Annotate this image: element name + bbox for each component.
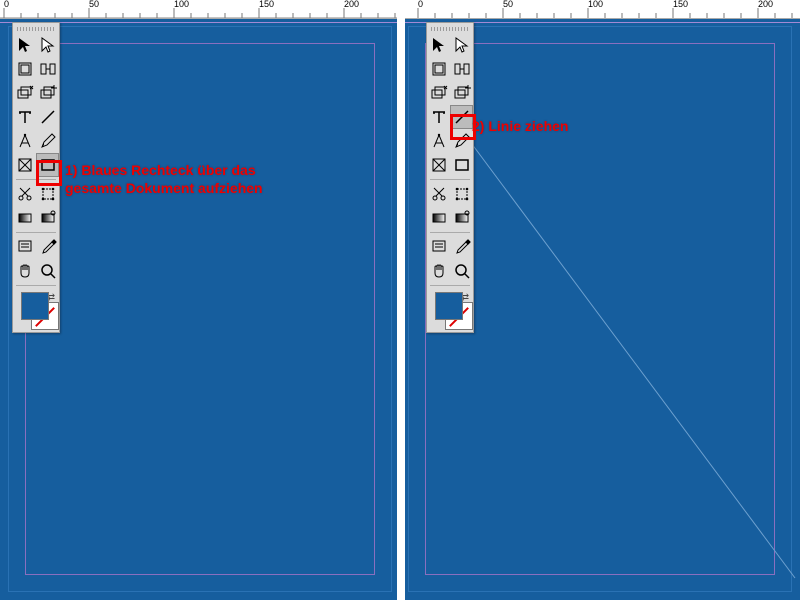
tool-content-placer[interactable] — [450, 81, 473, 105]
tool-hand[interactable] — [427, 259, 450, 283]
tool-direct-selection[interactable] — [36, 33, 59, 57]
tool-selection[interactable] — [427, 33, 450, 57]
tool-palette[interactable]: ⇄ — [426, 22, 474, 333]
tool-gradient-swatch[interactable] — [427, 206, 450, 230]
tool-pencil[interactable] — [450, 129, 473, 153]
palette-separator — [430, 232, 470, 233]
panel-divider — [397, 0, 405, 600]
tool-gradient-feather[interactable] — [450, 206, 473, 230]
tool-page[interactable] — [427, 57, 450, 81]
palette-separator — [430, 285, 470, 286]
tool-gap[interactable] — [450, 57, 473, 81]
tool-eyedropper[interactable] — [450, 235, 473, 259]
tool-pen[interactable] — [427, 129, 450, 153]
tool-line[interactable] — [36, 105, 59, 129]
tool-selection[interactable] — [13, 33, 36, 57]
palette-gripper[interactable] — [17, 27, 55, 31]
palette-gripper[interactable] — [431, 27, 469, 31]
document-canvas[interactable] — [0, 18, 400, 600]
color-swatches[interactable]: ⇄ — [13, 288, 59, 332]
tool-type[interactable] — [13, 105, 36, 129]
tool-rectangle[interactable] — [450, 153, 473, 177]
tool-gap[interactable] — [36, 57, 59, 81]
tool-page[interactable] — [13, 57, 36, 81]
tool-scissors[interactable] — [427, 182, 450, 206]
color-swatches[interactable]: ⇄ — [427, 288, 473, 332]
tool-note[interactable] — [427, 235, 450, 259]
annotation-text-left: 1) Blaues Rechteck über das gesamte Doku… — [65, 162, 295, 197]
tool-content-placer[interactable] — [36, 81, 59, 105]
tool-frame-rect[interactable] — [427, 153, 450, 177]
tool-gradient-feather[interactable] — [36, 206, 59, 230]
annotation-text-right: 2) Linie ziehen — [472, 118, 568, 136]
tool-eyedropper[interactable] — [36, 235, 59, 259]
tool-pen[interactable] — [13, 129, 36, 153]
tool-content-collector[interactable] — [13, 81, 36, 105]
tool-note[interactable] — [13, 235, 36, 259]
tool-hand[interactable] — [13, 259, 36, 283]
ruler-labels: 0 50 100 150 200 0 50 100 150 200 — [0, 0, 800, 18]
palette-separator — [430, 179, 470, 180]
fill-swatch[interactable] — [21, 292, 49, 320]
tool-zoom[interactable] — [36, 259, 59, 283]
tool-pencil[interactable] — [36, 129, 59, 153]
tool-line[interactable] — [450, 105, 473, 129]
horizontal-guide[interactable] — [0, 22, 400, 23]
palette-separator — [16, 285, 56, 286]
panel-left: 1) Blaues Rechteck über das gesamte Doku… — [0, 0, 400, 600]
tool-type[interactable] — [427, 105, 450, 129]
palette-separator — [16, 179, 56, 180]
tool-direct-selection[interactable] — [450, 33, 473, 57]
tool-content-collector[interactable] — [427, 81, 450, 105]
tool-frame-rect[interactable] — [13, 153, 36, 177]
tool-palette[interactable]: ⇄ — [12, 22, 60, 333]
tool-scissors[interactable] — [13, 182, 36, 206]
tool-zoom[interactable] — [450, 259, 473, 283]
palette-separator — [16, 232, 56, 233]
tool-rectangle[interactable] — [36, 153, 59, 177]
margin-guide — [25, 43, 375, 575]
stage: 1) Blaues Rechteck über das gesamte Doku… — [0, 0, 800, 600]
tool-free-transform[interactable] — [36, 182, 59, 206]
tool-gradient-swatch[interactable] — [13, 206, 36, 230]
tool-free-transform[interactable] — [450, 182, 473, 206]
fill-swatch[interactable] — [435, 292, 463, 320]
